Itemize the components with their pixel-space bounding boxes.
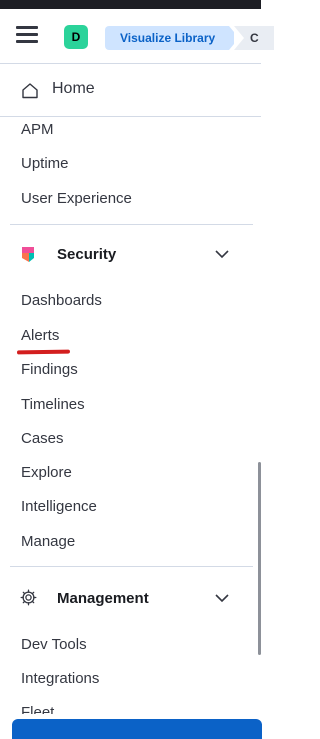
nav-item-findings[interactable]: Findings: [21, 361, 78, 378]
nav-item-cases[interactable]: Cases: [21, 430, 64, 447]
hamburger-icon-line: [16, 33, 38, 36]
breadcrumb-visualize-library[interactable]: Visualize Library: [105, 26, 239, 50]
hamburger-icon: [16, 26, 38, 29]
nav-item-timelines[interactable]: Timelines: [21, 396, 85, 413]
home-icon: [22, 83, 38, 99]
gear-icon: [20, 589, 37, 606]
nav-home-label: Home: [52, 80, 95, 97]
nav-divider: [10, 224, 253, 225]
security-logo-icon: [22, 247, 34, 262]
red-underline-annotation: [16, 349, 71, 355]
top-bar-edge: [0, 0, 261, 9]
nav-item-integrations[interactable]: Integrations: [21, 670, 99, 687]
nav-item-alerts[interactable]: Alerts: [21, 327, 59, 344]
breadcrumb-current[interactable]: C: [234, 26, 274, 50]
hamburger-menu-button[interactable]: [16, 26, 38, 48]
nav-home[interactable]: Home: [0, 64, 261, 117]
nav-item-uptime[interactable]: Uptime: [21, 155, 69, 172]
nav-item-intelligence[interactable]: Intelligence: [21, 498, 97, 515]
nav-item-manage[interactable]: Manage: [21, 533, 75, 550]
nav-item-explore[interactable]: Explore: [21, 464, 72, 481]
nav-item-apm[interactable]: APM: [21, 121, 54, 138]
nav-group-management[interactable]: Management: [57, 590, 149, 607]
hamburger-icon-line: [16, 40, 38, 43]
header: D Visualize Library C: [0, 9, 274, 64]
nav-group-security[interactable]: Security: [57, 246, 116, 263]
space-avatar[interactable]: D: [64, 25, 88, 49]
chevron-down-icon[interactable]: [214, 249, 230, 259]
bottom-action-button[interactable]: [12, 719, 262, 739]
scrollbar[interactable]: [258, 462, 261, 655]
nav-item-user-experience[interactable]: User Experience: [21, 190, 132, 207]
nav-item-dev-tools[interactable]: Dev Tools: [21, 636, 87, 653]
chevron-down-icon[interactable]: [214, 593, 230, 603]
nav-item-dashboards[interactable]: Dashboards: [21, 292, 102, 309]
nav-divider: [10, 566, 253, 567]
